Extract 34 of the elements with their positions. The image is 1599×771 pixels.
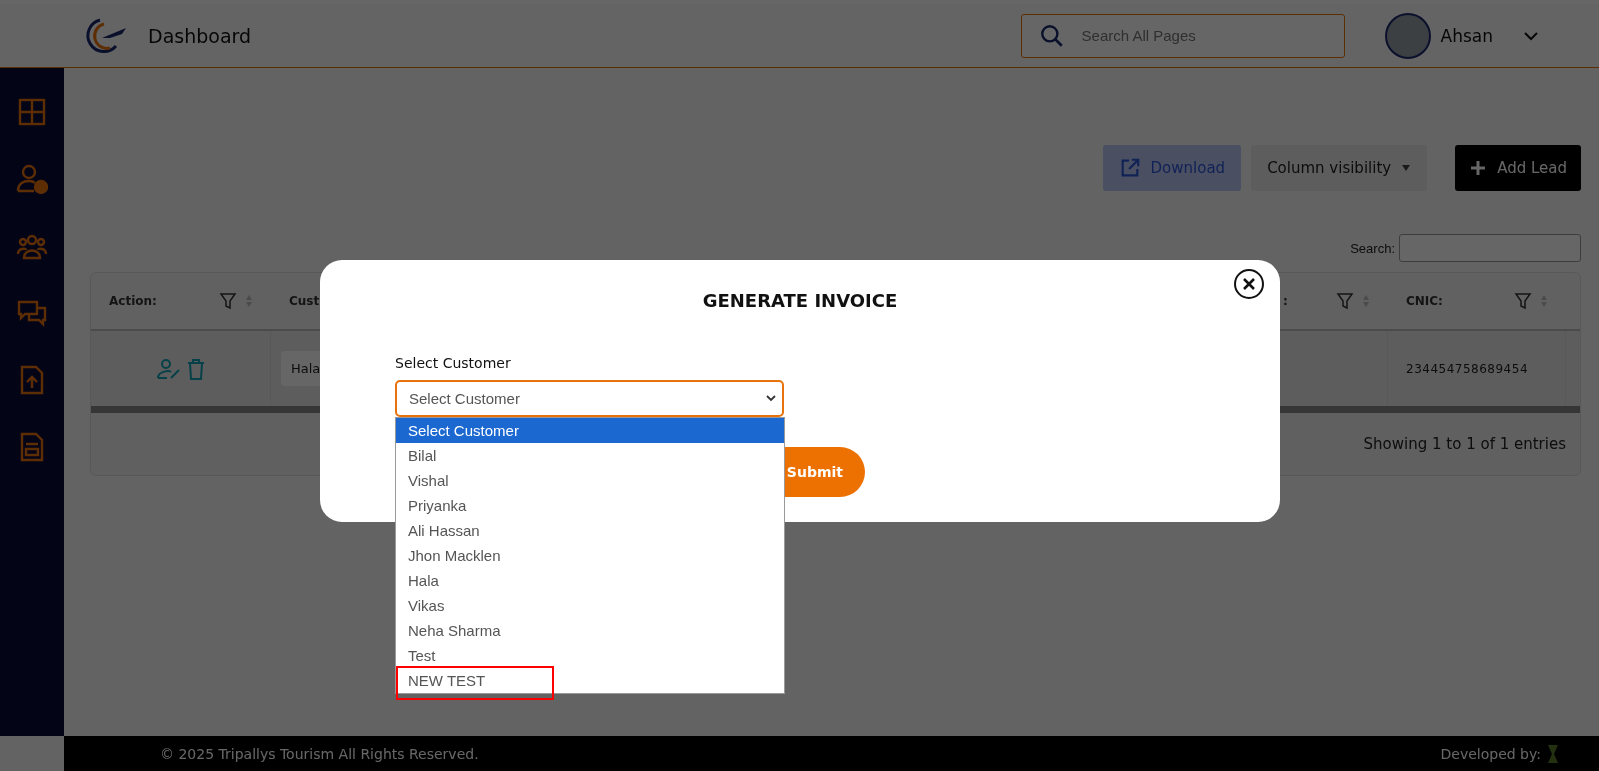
dropdown-option[interactable]: Vikas bbox=[396, 593, 784, 618]
dropdown-option[interactable]: Select Customer bbox=[396, 418, 784, 443]
filter-icon[interactable] bbox=[1336, 292, 1354, 310]
close-button[interactable] bbox=[1234, 269, 1264, 299]
dropdown-option[interactable]: Hala bbox=[396, 568, 784, 593]
dropdown-option[interactable]: Jhon Macklen bbox=[396, 543, 784, 568]
dropdown-option[interactable]: Priyanka bbox=[396, 493, 784, 518]
filter-icon[interactable] bbox=[219, 292, 237, 310]
dropdown-option[interactable]: Test bbox=[396, 643, 784, 668]
dropdown-option[interactable]: Vishal bbox=[396, 468, 784, 493]
dropdown-option[interactable]: Ali Hassan bbox=[396, 518, 784, 543]
search-label: Search: bbox=[1350, 240, 1395, 256]
copyright-text: © 2025 Tripallys Tourism All Rights Reserved. bbox=[160, 745, 479, 762]
close-icon bbox=[1242, 277, 1256, 291]
entries-info: Showing 1 to 1 of 1 entries bbox=[1363, 435, 1566, 453]
grid-icon[interactable] bbox=[16, 96, 48, 128]
chevron-down-icon bbox=[766, 395, 776, 402]
caret-icon bbox=[1401, 164, 1412, 172]
dialog-title: GENERATE INVOICE bbox=[701, 290, 899, 311]
trash-icon[interactable] bbox=[186, 357, 205, 380]
edit-user-icon[interactable] bbox=[156, 357, 181, 380]
field-label: Select Customer bbox=[395, 355, 512, 371]
table-search-field[interactable] bbox=[1399, 234, 1581, 262]
developer-credit: Developed by: bbox=[1440, 745, 1541, 762]
plus-icon bbox=[1469, 159, 1488, 177]
chevron-down-icon[interactable] bbox=[1523, 30, 1539, 41]
filter-icon[interactable] bbox=[1514, 292, 1532, 310]
customer-select[interactable]: Select Customer bbox=[395, 380, 784, 417]
dropdown-option[interactable]: Bilal bbox=[396, 443, 784, 468]
dropdown-option[interactable]: Neha Sharma bbox=[396, 618, 784, 643]
developer-logo-icon[interactable] bbox=[1547, 743, 1559, 764]
add-lead-button[interactable]: Add Lead bbox=[1455, 145, 1581, 191]
page-title: Dashboard bbox=[148, 24, 252, 47]
dropdown-option[interactable]: NEW TEST bbox=[396, 668, 784, 693]
